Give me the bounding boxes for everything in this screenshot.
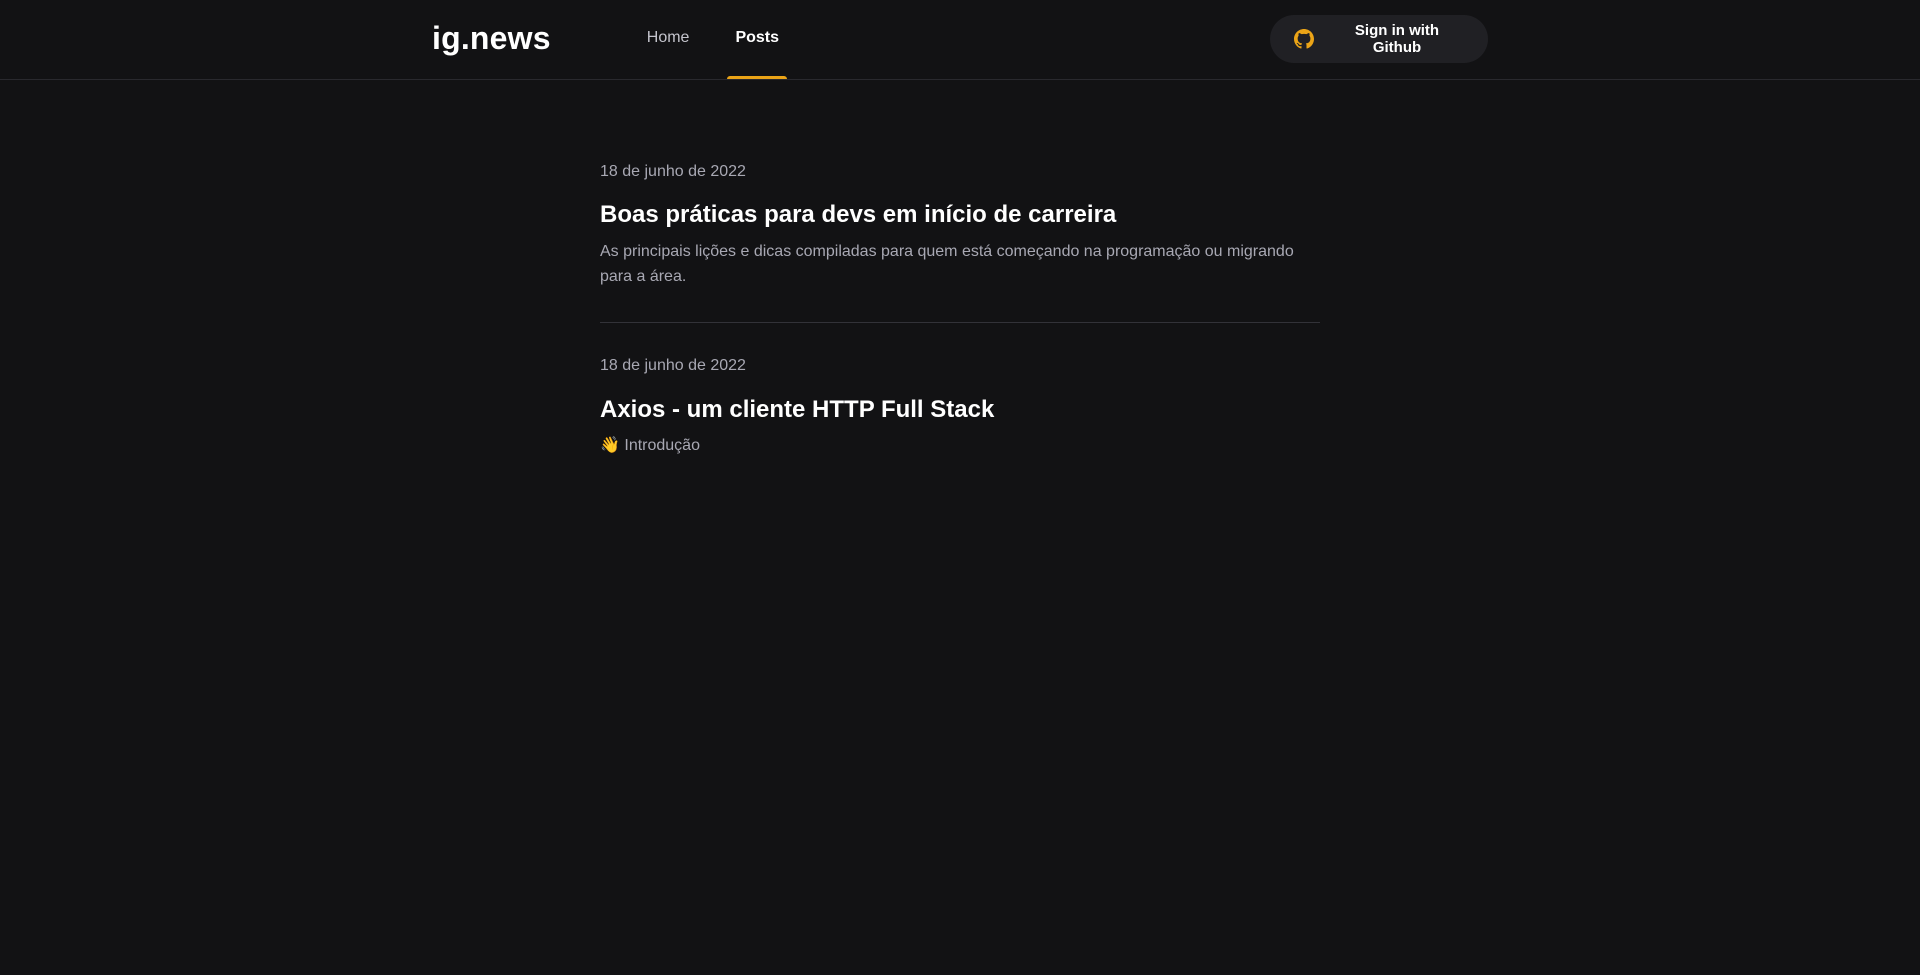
logo[interactable]: ig.news	[432, 22, 551, 54]
post-item[interactable]: 18 de junho de 2022 Boas práticas para d…	[600, 161, 1320, 290]
post-excerpt: As principais lições e dicas compiladas …	[600, 242, 1294, 286]
post-item[interactable]: 18 de junho de 2022 Axios - um cliente H…	[600, 322, 1320, 458]
post-excerpt: 👋 Introdução	[600, 436, 700, 454]
header-content: ig.news Home Posts Sign in with Github	[432, 0, 1488, 80]
post-title[interactable]: Axios - um cliente HTTP Full Stack	[600, 394, 1320, 425]
github-icon	[1294, 29, 1314, 49]
nav-link-posts[interactable]: Posts	[727, 0, 787, 79]
sign-in-github-button[interactable]: Sign in with Github	[1270, 15, 1488, 63]
post-date: 18 de junho de 2022	[600, 357, 746, 375]
posts-list: 18 de junho de 2022 Boas práticas para d…	[600, 80, 1320, 459]
main-nav: Home Posts	[639, 0, 787, 80]
site-header: ig.news Home Posts Sign in with Github	[0, 0, 1920, 80]
post-date: 18 de junho de 2022	[600, 163, 746, 180]
nav-link-home[interactable]: Home	[639, 0, 698, 78]
post-title[interactable]: Boas práticas para devs em início de car…	[600, 199, 1320, 230]
sign-in-label: Sign in with Github	[1354, 22, 1440, 56]
